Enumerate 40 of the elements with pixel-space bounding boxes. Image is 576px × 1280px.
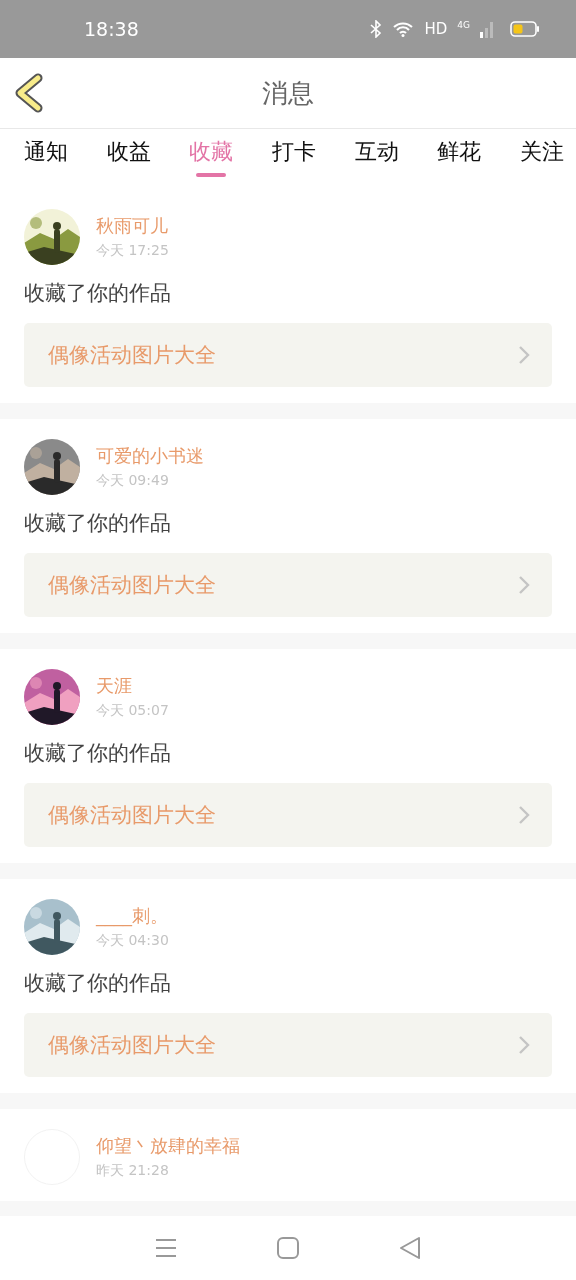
message-time: 今天 17:25 xyxy=(96,242,169,260)
network-label: HD xyxy=(424,20,448,38)
user-name[interactable]: 可爱的小书迷 xyxy=(96,444,204,468)
menu-button[interactable] xyxy=(155,1238,177,1258)
user-name[interactable]: 秋雨可儿 xyxy=(96,214,169,238)
battery-icon xyxy=(510,21,540,37)
message-time: 今天 09:49 xyxy=(96,472,170,490)
work-link[interactable]: 偶像活动图片大全 xyxy=(24,323,552,387)
tab[interactable]: 通知 xyxy=(22,129,70,189)
message-text: 收藏了你的作品 xyxy=(24,740,172,767)
work-link[interactable]: 偶像活动图片大全 xyxy=(24,783,552,847)
tab[interactable]: 关注 xyxy=(517,129,566,189)
tab[interactable]: 收益 xyxy=(104,129,153,189)
wifi-icon xyxy=(392,21,415,37)
user-name[interactable]: ____刺。 xyxy=(96,904,169,928)
message-text: 收藏了你的作品 xyxy=(24,280,172,307)
tab[interactable]: 互动 xyxy=(352,129,401,189)
message-text: 收藏了你的作品 xyxy=(24,970,172,997)
message-time: 昨天 21:28 xyxy=(96,1162,170,1180)
work-link[interactable]: 偶像活动图片大全 xyxy=(24,1013,552,1077)
message-time: 今天 04:30 xyxy=(96,932,169,950)
message-time: 今天 05:07 xyxy=(96,702,169,720)
chevron-right-icon xyxy=(518,575,530,595)
tab[interactable]: 鲜花 xyxy=(435,129,484,189)
chevron-right-icon xyxy=(518,1035,530,1055)
status-time: 18:38 xyxy=(84,18,140,40)
cellular-label: 4G xyxy=(457,20,470,30)
message-text: 收藏了你的作品 xyxy=(24,510,172,537)
page-title: 消息 xyxy=(262,76,314,110)
bluetooth-icon xyxy=(370,20,383,38)
signal-icon xyxy=(480,20,494,38)
chevron-right-icon xyxy=(518,345,530,365)
user-name[interactable]: 天涯 xyxy=(96,674,169,698)
back-nav-button[interactable] xyxy=(399,1236,421,1260)
tab[interactable]: 打卡 xyxy=(269,129,318,189)
work-link[interactable]: 偶像活动图片大全 xyxy=(24,553,552,617)
home-button[interactable] xyxy=(277,1237,299,1259)
chevron-right-icon xyxy=(518,805,530,825)
user-name[interactable]: 仰望丶放肆的幸福 xyxy=(96,1134,240,1158)
tab[interactable]: 收藏 xyxy=(187,129,236,189)
